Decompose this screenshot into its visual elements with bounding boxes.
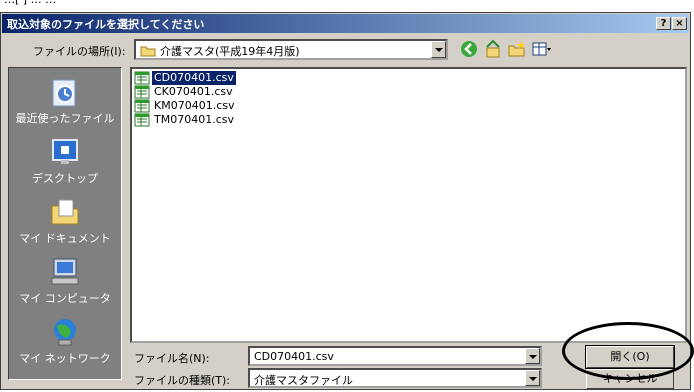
file-name: TM070401.csv [154, 113, 234, 126]
recent-icon [52, 79, 76, 107]
place-label: マイ ネットワーク [19, 352, 111, 365]
place-my-documents[interactable]: マイ ドキュメント [9, 194, 121, 254]
open-button[interactable]: 開く(O) [585, 345, 675, 369]
place-recent[interactable]: 最近使ったファイル [9, 74, 121, 134]
filename-dropdown-button[interactable] [525, 348, 540, 364]
place-my-computer[interactable]: マイ コンピュータ [9, 254, 121, 314]
filename-label: ファイル名(N): [134, 352, 210, 365]
filename-value: CD070401.csv [254, 350, 334, 363]
place-my-network[interactable]: マイ ネットワーク [9, 314, 121, 374]
location-dropdown-button[interactable] [431, 41, 446, 58]
place-label: 最近使ったファイル [15, 112, 115, 125]
fragment-text: …[ ] … … [4, 0, 56, 6]
my-network-icon [54, 319, 76, 346]
place-label: マイ コンピュータ [19, 292, 111, 305]
file-name: CD070401.csv [151, 70, 237, 86]
filetype-dropdown-button[interactable] [525, 370, 540, 386]
new-folder-icon[interactable] [507, 39, 527, 59]
place-desktop[interactable]: デスクトップ [9, 134, 121, 194]
file-list[interactable]: CD070401.csv CK070401.csv KM070401.csv T… [130, 67, 687, 343]
location-label: ファイルの場所(I): [33, 45, 126, 58]
up-folder-icon[interactable] [483, 39, 503, 59]
desktop-icon [52, 139, 78, 164]
help-button[interactable]: ? [656, 17, 671, 30]
cancel-button[interactable]: キャンセル [586, 369, 674, 389]
title-bar: 取込対象のファイルを選択してください ? × [2, 14, 689, 33]
file-item[interactable]: KM070401.csv [134, 99, 294, 113]
file-name: KM070401.csv [154, 99, 235, 112]
my-computer-icon [51, 258, 79, 285]
csv-file-icon [134, 71, 150, 85]
dialog-title: 取込対象のファイルを選択してください [7, 18, 205, 31]
places-bar: 最近使ったファイル デスクトップ マイ ドキュメント マイ コンピュータ マイ … [8, 67, 122, 380]
file-item[interactable]: CK070401.csv [134, 85, 294, 99]
location-combo[interactable]: 介護マスタ(平成19年4月版) [134, 39, 448, 60]
filetype-value: 介護マスタファイル [254, 374, 353, 387]
place-label: デスクトップ [32, 172, 98, 185]
my-documents-icon [51, 199, 79, 225]
csv-file-icon [134, 113, 150, 127]
place-label: マイ ドキュメント [19, 232, 111, 245]
folder-icon [140, 46, 156, 57]
file-item[interactable]: CD070401.csv [134, 70, 294, 86]
csv-file-icon [134, 99, 150, 113]
close-button[interactable]: × [672, 17, 687, 30]
back-icon[interactable] [459, 39, 479, 59]
view-menu-icon[interactable] [531, 39, 551, 59]
file-name: CK070401.csv [154, 85, 233, 98]
file-item[interactable]: TM070401.csv [134, 113, 294, 127]
file-open-dialog: 取込対象のファイルを選択してください ? × ファイルの場所(I): 介護マスタ… [0, 12, 691, 390]
location-value: 介護マスタ(平成19年4月版) [160, 45, 300, 58]
filetype-select[interactable]: 介護マスタファイル [248, 368, 542, 388]
filetype-label: ファイルの種類(T): [134, 374, 231, 387]
filename-input[interactable]: CD070401.csv [248, 346, 542, 366]
csv-file-icon [134, 85, 150, 99]
